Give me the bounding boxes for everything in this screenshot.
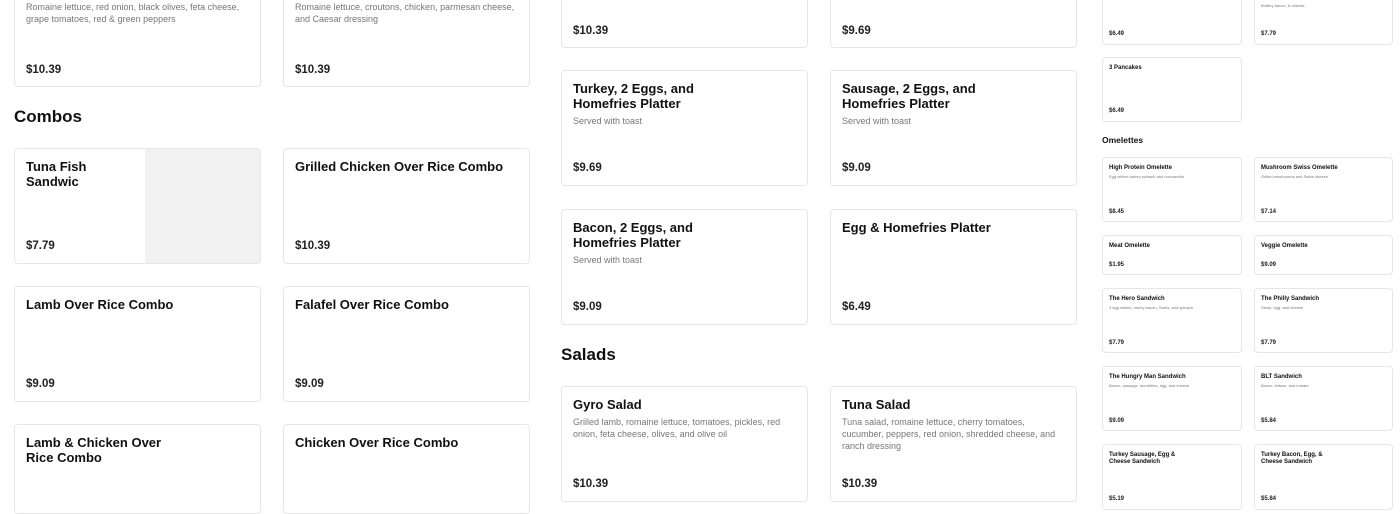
item-title: Grilled Chicken Over Rice Combo bbox=[295, 159, 504, 174]
item-title: Lamb & Chicken Over Rice Combo bbox=[26, 435, 162, 465]
item-title: The Hero Sandwich bbox=[1109, 296, 1165, 302]
item-title: The Philly Sandwich bbox=[1261, 296, 1320, 302]
item-price: $9.09 bbox=[842, 162, 871, 174]
item-title: Lamb Over Rice Combo bbox=[26, 297, 174, 312]
item-title: High Protein Omelette bbox=[1109, 165, 1173, 171]
item-price: $9.09 bbox=[26, 378, 55, 390]
item-price: $5.19 bbox=[1109, 496, 1125, 502]
item-description: Romaine lettuce, red onion, black olives… bbox=[26, 2, 240, 24]
item-price: $6.49 bbox=[1109, 31, 1125, 37]
item-description: Romaine lettuce, croutons, chicken, parm… bbox=[295, 2, 515, 24]
menu-item-card[interactable]: Mushroom Swiss Omelette Grilled mushroom… bbox=[1254, 157, 1393, 222]
item-price: $9.69 bbox=[573, 162, 602, 174]
item-title: Meat Omelette bbox=[1109, 243, 1151, 249]
section-heading-omelettes: Omelettes bbox=[1102, 135, 1144, 145]
item-price: $6.49 bbox=[842, 301, 871, 313]
menu-item-card[interactable]: Gyro Salad Grilled lamb, romaine lettuce… bbox=[561, 386, 808, 502]
item-description: Steak, egg, and cheese bbox=[1261, 305, 1304, 310]
menu-item-card[interactable]: Chicken Over Rice Combo bbox=[283, 424, 530, 514]
menu-item-card[interactable]: Sausage, 2 Eggs, and Homefries Platter S… bbox=[830, 70, 1077, 186]
item-title: Tuna Salad bbox=[842, 397, 911, 412]
item-price: $6.49 bbox=[1109, 108, 1125, 114]
item-title: Gyro Salad bbox=[573, 397, 642, 412]
menu-item-card[interactable]: 3 Pancakes $6.49 bbox=[1102, 57, 1242, 122]
menu-item-card[interactable]: Lamb & Chicken Over Rice Combo bbox=[14, 424, 261, 514]
menu-item-card[interactable]: Egg & Homefries Platter $6.49 bbox=[830, 209, 1077, 325]
menu-item-card[interactable]: Buttery bacon, & cheese $7.79 bbox=[1254, 0, 1393, 45]
section-heading-salads: Salads bbox=[561, 345, 616, 364]
item-title: Sausage, 2 Eggs, and Homefries Platter bbox=[842, 81, 976, 111]
item-price: $7.79 bbox=[1109, 340, 1125, 346]
item-title: Chicken Over Rice Combo bbox=[295, 435, 459, 450]
item-description: Tuna salad, romaine lettuce, cherry toma… bbox=[842, 417, 1056, 451]
item-title: Bacon, 2 Eggs, and Homefries Platter bbox=[573, 220, 693, 250]
menu-item-card[interactable]: Turkey Bacon, Egg, & Cheese Sandwich $5.… bbox=[1254, 444, 1393, 510]
item-price: $5.84 bbox=[1261, 418, 1277, 424]
item-price: $7.79 bbox=[1261, 31, 1277, 37]
menu-item-card[interactable]: High Protein Omelette Egg whites turkey … bbox=[1102, 157, 1242, 222]
item-title: Tuna Fish Sandwic bbox=[26, 159, 87, 189]
menu-item-card[interactable]: Tuna Fish Sandwic $7.79 bbox=[14, 148, 261, 264]
item-price: $10.39 bbox=[26, 64, 62, 76]
item-title: Egg & Homefries Platter bbox=[842, 220, 991, 235]
item-price: $9.69 bbox=[842, 25, 871, 37]
menu-item-card[interactable]: Falafel Over Rice Combo $9.09 bbox=[283, 286, 530, 402]
menu-item-card[interactable]: Bacon, 2 Eggs, and Homefries Platter Ser… bbox=[561, 209, 808, 325]
menu-item-card[interactable]: Tuna Salad Tuna salad, romaine lettuce, … bbox=[830, 386, 1077, 502]
item-price: $8.45 bbox=[1109, 209, 1125, 215]
item-title: Veggie Omelette bbox=[1261, 243, 1308, 249]
item-price: $10.39 bbox=[573, 478, 609, 490]
menu-item-card[interactable]: $9.69 bbox=[830, 0, 1077, 48]
section-heading-combos: Combos bbox=[14, 107, 82, 126]
item-title: Falafel Over Rice Combo bbox=[295, 297, 449, 312]
item-description: Bacon, lettuce, and tomato bbox=[1261, 383, 1309, 388]
item-description: Served with toast bbox=[573, 116, 643, 126]
menu-item-card[interactable]: Veggie Omelette $9.09 bbox=[1254, 235, 1393, 275]
menu-item-card[interactable]: $10.39 bbox=[561, 0, 808, 48]
menu-item-card[interactable]: Turkey Sausage, Egg & Cheese Sandwich $5… bbox=[1102, 444, 1242, 510]
menu-item-card[interactable]: The Hungry Man Sandwich Bacon, sausage, … bbox=[1102, 366, 1242, 431]
item-price: $9.09 bbox=[295, 378, 324, 390]
item-price: $5.84 bbox=[1261, 496, 1277, 502]
item-description: Grilled mushrooms and Swiss cheese bbox=[1261, 174, 1328, 179]
item-title: Mushroom Swiss Omelette bbox=[1261, 165, 1338, 171]
menu-item-card[interactable]: $6.49 bbox=[1102, 0, 1242, 45]
item-description: Served with toast bbox=[842, 116, 912, 126]
menu-item-card[interactable]: Grilled Chicken Over Rice Combo $10.39 bbox=[283, 148, 530, 264]
menu-item-card[interactable]: The Philly Sandwich Steak, egg, and chee… bbox=[1254, 288, 1393, 353]
menu-item-card[interactable]: Romaine lettuce, croutons, chicken, parm… bbox=[283, 0, 530, 87]
item-title: The Hungry Man Sandwich bbox=[1109, 374, 1186, 380]
item-description: 3 egg whites, turkey bacon, Swiss, and s… bbox=[1109, 305, 1194, 310]
item-title: Turkey Bacon, Egg, & Cheese Sandwich bbox=[1261, 452, 1323, 465]
item-price: $10.39 bbox=[295, 64, 331, 76]
item-price: $10.39 bbox=[842, 478, 878, 490]
menu-item-card[interactable]: Turkey, 2 Eggs, and Homefries Platter Se… bbox=[561, 70, 808, 186]
item-price: $9.09 bbox=[1261, 262, 1277, 268]
menu-item-card[interactable]: Meat Omelette $1.95 bbox=[1102, 235, 1242, 275]
item-price: $9.09 bbox=[573, 301, 602, 313]
menu-item-card[interactable]: BLT Sandwich Bacon, lettuce, and tomato … bbox=[1254, 366, 1393, 431]
item-description: Egg whites turkey spinach and mozzarella bbox=[1109, 174, 1184, 179]
item-price: $1.95 bbox=[1109, 262, 1125, 268]
item-price: $9.09 bbox=[1109, 418, 1125, 424]
menu-item-card[interactable]: The Hero Sandwich 3 egg whites, turkey b… bbox=[1102, 288, 1242, 353]
item-price: $7.79 bbox=[1261, 340, 1277, 346]
item-title: Turkey, 2 Eggs, and Homefries Platter bbox=[573, 81, 694, 111]
item-price: $7.79 bbox=[26, 240, 55, 252]
item-price: $10.39 bbox=[573, 25, 609, 37]
item-description: Served with toast bbox=[573, 255, 643, 265]
item-title: Turkey Sausage, Egg & Cheese Sandwich bbox=[1109, 452, 1176, 465]
item-price: $10.39 bbox=[295, 240, 331, 252]
item-title: 3 Pancakes bbox=[1109, 65, 1142, 71]
menu-item-card[interactable]: Romaine lettuce, red onion, black olives… bbox=[14, 0, 261, 87]
item-description: Grilled lamb, romaine lettuce, tomatoes,… bbox=[573, 417, 781, 439]
item-title: BLT Sandwich bbox=[1261, 374, 1302, 380]
item-image-placeholder bbox=[145, 149, 260, 263]
item-description: Bacon, sausage, homefries, egg, and chee… bbox=[1109, 383, 1190, 388]
item-description: Buttery bacon, & cheese bbox=[1261, 3, 1305, 8]
menu-item-card[interactable]: Lamb Over Rice Combo $9.09 bbox=[14, 286, 261, 402]
item-price: $7.14 bbox=[1261, 209, 1277, 215]
